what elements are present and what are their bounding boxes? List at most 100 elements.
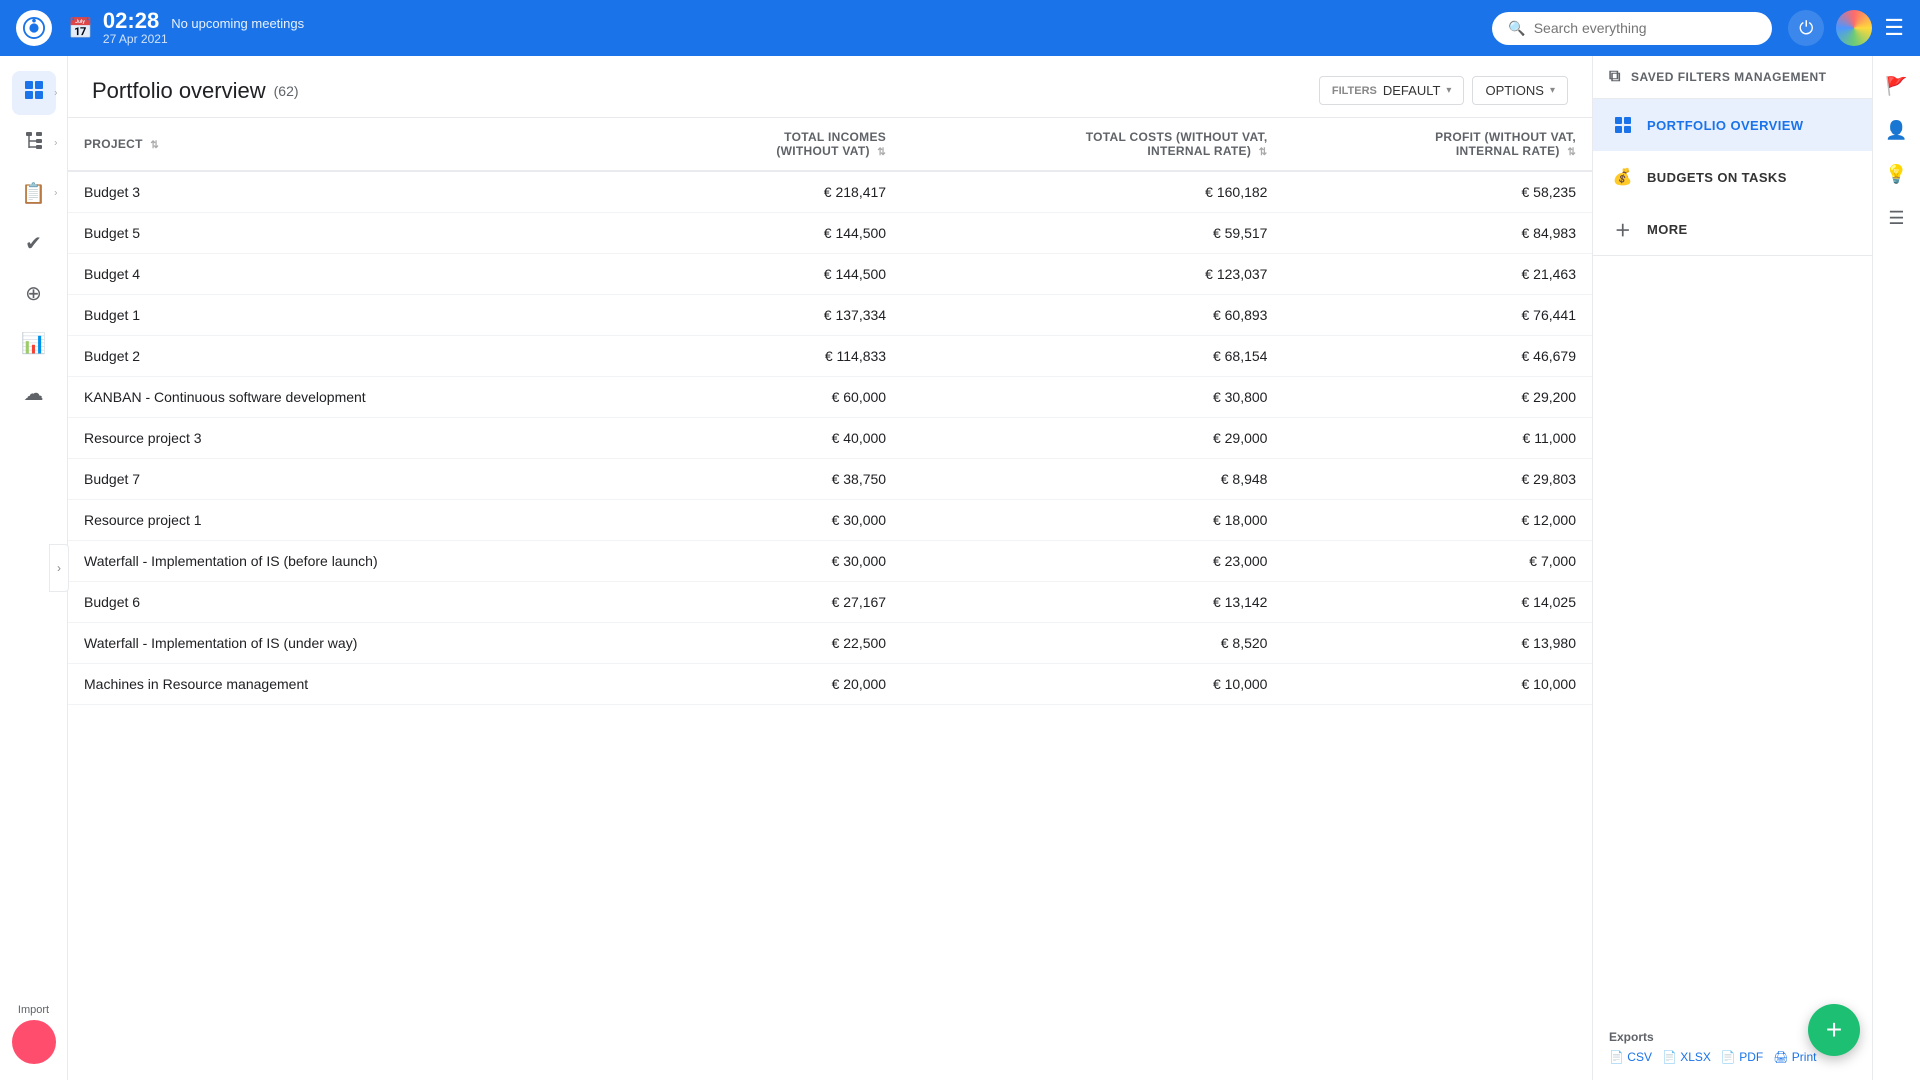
sidebar-item-clipboard[interactable]: 📋 › <box>12 171 56 215</box>
flag-icon-button[interactable]: 🚩 <box>1879 68 1915 104</box>
import-label: Import <box>12 1004 56 1016</box>
cell-total-incomes: € 137,334 <box>649 295 902 336</box>
table-header: PROJECT ⇅ TOTAL INCOMES(WITHOUT VAT) ⇅ T… <box>68 118 1592 171</box>
table-row[interactable]: Budget 1 € 137,334 € 60,893 € 76,441 <box>68 295 1592 336</box>
table-row[interactable]: Budget 7 € 38,750 € 8,948 € 29,803 <box>68 459 1592 500</box>
checklist-icon-button[interactable]: ☰ <box>1879 200 1915 236</box>
logo[interactable] <box>16 10 52 46</box>
topbar-actions: ⏻ ☰ <box>1788 10 1904 46</box>
col-total-incomes[interactable]: TOTAL INCOMES(WITHOUT VAT) ⇅ <box>649 118 902 171</box>
col-total-costs[interactable]: TOTAL COSTS (WITHOUT VAT,INTERNAL RATE) … <box>902 118 1283 171</box>
chevron-down-icon: ▾ <box>1550 85 1555 96</box>
target-icon: ⊕ <box>25 281 42 306</box>
saved-filters-header: ⧉ SAVED FILTERS MANAGEMENT <box>1593 56 1872 98</box>
cell-profit: € 7,000 <box>1283 541 1592 582</box>
portfolio-overview-item[interactable]: PORTFOLIO OVERVIEW <box>1593 99 1872 151</box>
sidebar-expand-toggle[interactable]: › <box>49 544 69 592</box>
page-header: Portfolio overview (62) FILTERS DEFAULT … <box>68 56 1592 118</box>
search-input[interactable] <box>1534 20 1757 36</box>
table-row[interactable]: Resource project 1 € 30,000 € 18,000 € 1… <box>68 500 1592 541</box>
portfolio-table: PROJECT ⇅ TOTAL INCOMES(WITHOUT VAT) ⇅ T… <box>68 118 1592 705</box>
fab-button[interactable]: + <box>1808 1004 1860 1056</box>
sidebar-bottom: Import <box>12 1004 56 1068</box>
cell-project: Budget 7 <box>68 459 649 500</box>
options-button[interactable]: OPTIONS ▾ <box>1472 76 1568 105</box>
more-label: MORE <box>1647 222 1688 237</box>
chart-icon: 📊 <box>21 331 46 356</box>
cell-total-incomes: € 38,750 <box>649 459 902 500</box>
table-row[interactable]: Budget 6 € 27,167 € 13,142 € 14,025 <box>68 582 1592 623</box>
cell-total-incomes: € 30,000 <box>649 541 902 582</box>
cell-profit: € 29,803 <box>1283 459 1592 500</box>
cell-profit: € 21,463 <box>1283 254 1592 295</box>
cell-total-costs: € 30,800 <box>902 377 1283 418</box>
budgets-on-tasks-item[interactable]: 💰 BUDGETS ON TASKS <box>1593 151 1872 203</box>
sort-icon: ⇅ <box>1567 147 1576 158</box>
avatar[interactable] <box>1836 10 1872 46</box>
meeting-status: No upcoming meetings <box>171 16 304 31</box>
sidebar-item-cloud[interactable]: ☁ <box>12 371 56 415</box>
cell-project: Waterfall - Implementation of IS (before… <box>68 541 649 582</box>
sidebar-item-grid[interactable]: › <box>12 71 56 115</box>
table-row[interactable]: KANBAN - Continuous software development… <box>68 377 1592 418</box>
cell-total-incomes: € 27,167 <box>649 582 902 623</box>
lightbulb-icon-button[interactable]: 💡 <box>1879 156 1915 192</box>
cell-total-incomes: € 114,833 <box>649 336 902 377</box>
main-content: Portfolio overview (62) FILTERS DEFAULT … <box>68 56 1592 1080</box>
clipboard-icon: 📋 <box>21 181 46 206</box>
search-bar[interactable]: 🔍 <box>1492 12 1772 45</box>
user-search-icon-button[interactable]: 👤 <box>1879 112 1915 148</box>
table-row[interactable]: Resource project 3 € 40,000 € 29,000 € 1… <box>68 418 1592 459</box>
clock-widget: 📅 02:28 No upcoming meetings 27 Apr 2021 <box>68 10 304 46</box>
cell-total-incomes: € 22,500 <box>649 623 902 664</box>
right-panel: ⧉ SAVED FILTERS MANAGEMENT PORTFOLIO OVE… <box>1592 56 1872 1080</box>
sidebar-item-target[interactable]: ⊕ <box>12 271 56 315</box>
tree-icon <box>24 130 44 156</box>
cell-total-costs: € 18,000 <box>902 500 1283 541</box>
export-print[interactable]: 🖨 Print <box>1773 1050 1816 1064</box>
options-label: OPTIONS <box>1485 83 1544 98</box>
power-button[interactable]: ⏻ <box>1788 10 1824 46</box>
sidebar-item-charts[interactable]: 📊 <box>12 321 56 365</box>
saved-filters-label: SAVED FILTERS MANAGEMENT <box>1631 70 1827 84</box>
cell-total-incomes: € 40,000 <box>649 418 902 459</box>
current-time: 02:28 <box>103 10 159 32</box>
menu-button[interactable]: ☰ <box>1884 15 1904 41</box>
cell-project: KANBAN - Continuous software development <box>68 377 649 418</box>
import-button[interactable] <box>12 1020 56 1064</box>
cell-total-costs: € 29,000 <box>902 418 1283 459</box>
sort-icon: ⇅ <box>1259 147 1268 158</box>
right-icon-bar: 🚩 👤 💡 ☰ <box>1872 56 1920 1080</box>
table-row[interactable]: Waterfall - Implementation of IS (before… <box>68 541 1592 582</box>
chevron-right-icon: › <box>54 188 57 199</box>
export-csv[interactable]: 📄 CSV <box>1609 1050 1652 1064</box>
export-pdf[interactable]: 📄 PDF <box>1721 1050 1763 1064</box>
plus-icon: ＋ <box>1609 215 1637 243</box>
table-row[interactable]: Budget 3 € 218,417 € 160,182 € 58,235 <box>68 171 1592 213</box>
col-project[interactable]: PROJECT ⇅ <box>68 118 649 171</box>
table-row[interactable]: Waterfall - Implementation of IS (under … <box>68 623 1592 664</box>
filters-button[interactable]: FILTERS DEFAULT ▾ <box>1319 76 1465 105</box>
export-xlsx[interactable]: 📄 XLSX <box>1662 1050 1711 1064</box>
cell-project: Resource project 3 <box>68 418 649 459</box>
sidebar-item-tasks[interactable]: ✔ <box>12 221 56 265</box>
cell-total-costs: € 123,037 <box>902 254 1283 295</box>
table-row[interactable]: Budget 2 € 114,833 € 68,154 € 46,679 <box>68 336 1592 377</box>
col-profit[interactable]: PROFIT (WITHOUT VAT,INTERNAL RATE) ⇅ <box>1283 118 1592 171</box>
filter-icon: ⧉ <box>1609 68 1621 86</box>
sidebar-item-tree[interactable]: › <box>12 121 56 165</box>
table-row[interactable]: Budget 5 € 144,500 € 59,517 € 84,983 <box>68 213 1592 254</box>
budget-icon: 💰 <box>1609 163 1637 191</box>
sort-icon: ⇅ <box>150 140 159 151</box>
cell-project: Budget 5 <box>68 213 649 254</box>
cell-project: Waterfall - Implementation of IS (under … <box>68 623 649 664</box>
more-item[interactable]: ＋ MORE <box>1593 203 1872 255</box>
table-row[interactable]: Machines in Resource management € 20,000… <box>68 664 1592 705</box>
table-row[interactable]: Budget 4 € 144,500 € 123,037 € 21,463 <box>68 254 1592 295</box>
sidebar-wrapper: › › 📋 › <box>0 56 68 1080</box>
main-layout: › › 📋 › <box>0 56 1920 1080</box>
views-section: PORTFOLIO OVERVIEW 💰 BUDGETS ON TASKS ＋ … <box>1593 99 1872 256</box>
sort-icon: ⇅ <box>877 147 886 158</box>
cell-profit: € 11,000 <box>1283 418 1592 459</box>
current-date: 27 Apr 2021 <box>103 32 304 46</box>
